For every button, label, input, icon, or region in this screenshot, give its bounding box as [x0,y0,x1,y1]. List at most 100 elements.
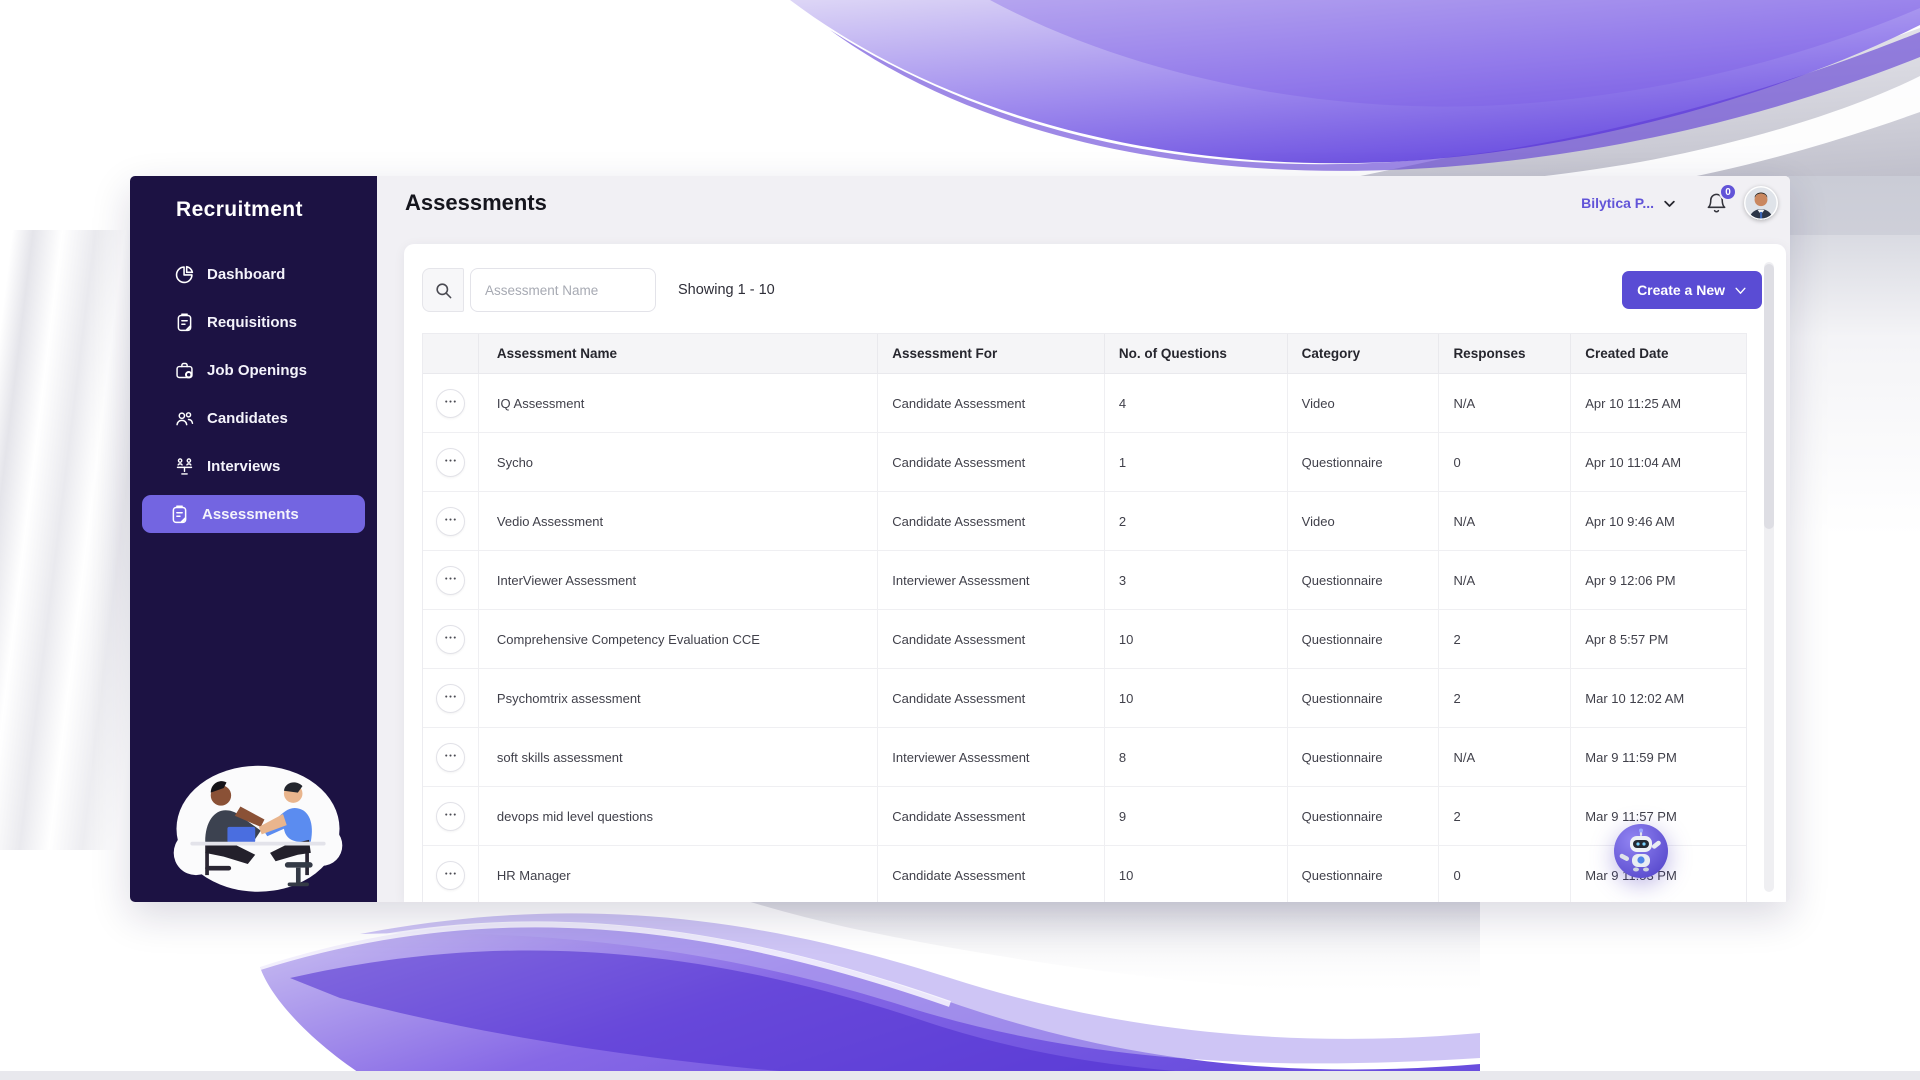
column-header: Assessment For [878,334,1105,373]
cell-created-date: Apr 10 11:25 AM [1585,395,1682,411]
sidebar-item-label: Dashboard [207,265,286,283]
row-actions-button[interactable] [435,624,465,654]
scrollbar-thumb[interactable] [1764,264,1774,529]
card-toolbar: Showing 1 - 10 Create a New [404,244,1786,333]
column-header: No. of Questions [1105,334,1288,373]
ellipsis-icon [442,688,459,708]
cell-category: Questionnaire [1288,728,1440,786]
cell-actions [423,433,479,491]
user-menu[interactable]: Bilytica P... [1581,195,1677,211]
cell-category: Questionnaire [1288,669,1440,727]
app-window: Recruitment Dashboard Requisitions Job Ope… [130,176,1790,902]
cell-questions: 8 [1105,728,1288,786]
row-actions-button[interactable] [435,683,465,713]
create-new-label: Create a New [1637,282,1725,298]
row-actions-button[interactable] [435,388,465,418]
table-row: InterViewer Assessment Interviewer Assess… [423,551,1746,610]
ellipsis-icon [442,629,459,649]
cell-category: Video [1288,492,1440,550]
column-header: Responses [1439,334,1572,373]
ellipsis-icon [442,747,459,767]
cell-assessment-for: Interviewer Assessment [878,551,1105,609]
table-row: Comprehensive Competency Evaluation CCE C… [423,610,1746,669]
sidebar-item-assessments[interactable]: Assessments [142,495,365,533]
cell-assessment-name: IQ Assessment [479,374,879,432]
table-row: HR Manager Candidate Assessment 10 Question… [423,846,1746,902]
table-body: IQ Assessment Candidate Assessment 4 Video N… [423,374,1746,902]
cell-created-date: Mar 10 12:02 AM [1585,690,1685,706]
notifications-button[interactable]: 0 [1705,183,1737,215]
chevron-down-icon [1664,200,1675,207]
cell-actions [423,551,479,609]
cell-assessment-for: Candidate Assessment [878,610,1105,668]
column-header: Created Date [1585,346,1669,361]
sidebar-item-requisitions[interactable]: Requisitions [130,298,377,346]
row-actions-button[interactable] [435,506,465,536]
search-icon-box [422,268,464,312]
cell-assessment-name: devops mid level questions [479,787,879,845]
cell-category: Questionnaire [1288,610,1440,668]
cell-category: Video [1288,374,1440,432]
pie-chart-icon [174,264,195,285]
cell-actions [423,374,479,432]
robot-icon [1614,824,1668,878]
assessments-card: Showing 1 - 10 Create a New Assessment N… [404,244,1786,902]
row-actions-button[interactable] [435,801,465,831]
cell-assessment-name: Comprehensive Competency Evaluation CCE [479,610,879,668]
cell-responses: N/A [1439,551,1572,609]
sidebar-item-dashboard[interactable]: Dashboard [130,250,377,298]
cell-actions [423,787,479,845]
cell-actions [423,610,479,668]
cell-responses: N/A [1439,492,1572,550]
column-header: Category [1288,334,1440,373]
cell-questions: 10 [1105,669,1288,727]
search-input[interactable] [470,268,656,312]
cell-actions [423,846,479,902]
sidebar-item-interviews[interactable]: Interviews [130,442,377,490]
table-row: Vedio Assessment Candidate Assessment 2 Vid… [423,492,1746,551]
sidebar-item-job-openings[interactable]: Job Openings [130,346,377,394]
ellipsis-icon [442,393,459,413]
row-actions-button[interactable] [435,742,465,772]
sidebar-item-candidates[interactable]: Candidates [130,394,377,442]
card-scrollbar[interactable] [1764,262,1774,892]
cell-actions [423,728,479,786]
cell-category: Questionnaire [1288,787,1440,845]
cell-assessment-name: soft skills assessment [479,728,879,786]
cell-assessment-name: HR Manager [479,846,879,902]
create-new-button[interactable]: Create a New [1622,271,1762,309]
row-actions-button[interactable] [435,860,465,890]
cell-questions: 1 [1105,433,1288,491]
cell-assessment-for: Interviewer Assessment [878,728,1105,786]
cell-actions [423,492,479,550]
cell-assessment-for: Candidate Assessment [878,669,1105,727]
cell-category: Questionnaire [1288,551,1440,609]
table-row: Psychomtrix assessment Candidate Assessme… [423,669,1746,728]
user-avatar[interactable] [1744,186,1778,220]
cell-questions: 2 [1105,492,1288,550]
cell-questions: 10 [1105,846,1288,902]
user-name: Bilytica P... [1581,195,1654,211]
row-actions-button[interactable] [435,565,465,595]
cell-assessment-for: Candidate Assessment [878,433,1105,491]
sidebar-nav: Dashboard Requisitions Job Openings Candida… [130,250,377,533]
cell-assessment-for: Candidate Assessment [878,787,1105,845]
cell-responses: 2 [1439,787,1572,845]
cell-category: Questionnaire [1288,433,1440,491]
cell-responses: N/A [1439,728,1572,786]
sidebar-item-label: Interviews [207,457,281,475]
briefcase-icon [174,360,195,381]
chat-assistant-button[interactable] [1614,824,1668,878]
page-title: Assessments [405,190,547,215]
main-area: Assessments Bilytica P... 0 Assessment N… [377,176,1790,902]
cell-category: Questionnaire [1288,846,1440,902]
ellipsis-icon [442,511,459,531]
cell-responses: 2 [1439,669,1572,727]
assessments-table: Assessment Name Assessment For No. of Ques… [422,333,1747,902]
column-actions [423,334,479,373]
clipboard-edit-icon [169,504,190,525]
row-actions-button[interactable] [435,447,465,477]
sidebar: Recruitment Dashboard Requisitions Job Ope… [130,176,377,902]
cell-responses: N/A [1439,374,1572,432]
topbar: Assessments Bilytica P... 0 [377,176,1790,230]
